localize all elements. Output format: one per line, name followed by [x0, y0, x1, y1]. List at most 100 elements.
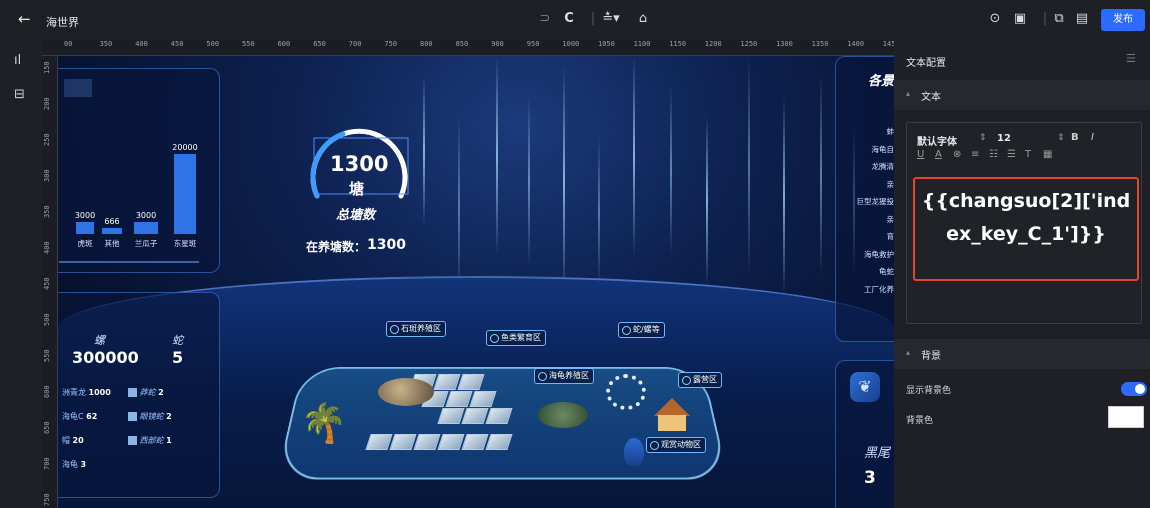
stepper-icon[interactable]: ⇕ — [1057, 133, 1065, 143]
ruler-tick-label: 250 — [43, 133, 51, 146]
top-toolbar: ← 海世界 ⊃ C | ≛▾ ⌂ ⊙ ▣ | ⧉ ▤ 发布 — [0, 0, 1150, 40]
stat-left-value: 300000 — [72, 348, 139, 367]
ruler-tick-label: 600 — [277, 40, 291, 48]
list-item: 亲 — [886, 214, 895, 224]
italic-icon[interactable]: I — [1091, 132, 1094, 143]
bg-color-swatch[interactable] — [1108, 406, 1144, 428]
data-label: 666 — [104, 217, 119, 226]
ruler-tick-label: 400 — [43, 241, 51, 254]
ruler-tick-label: 1200 — [704, 40, 722, 48]
zone-label[interactable]: 蛇/螺等 — [618, 322, 665, 338]
font-family-select[interactable]: 默认字体 — [917, 133, 957, 148]
font-color-icon[interactable]: A — [935, 149, 942, 160]
ruler-tick-label: 1450 — [882, 40, 894, 48]
gauge-value: 1300 — [330, 152, 389, 176]
collapse-icon[interactable]: ☰ — [1126, 52, 1136, 65]
ruler-tick-label: 1100 — [633, 40, 651, 48]
config-panel: 文本配置 ☰ ▴ 文本 默认字体 ⇕ 12 ⇕ B I U A ⊗ ≡ ☷ ☰ … — [894, 40, 1150, 508]
design-canvas[interactable]: 3000 虎斑 666 其他 3000 兰瓜子 20000 东星斑 1300 塘 总塘数 在养… — [58, 56, 894, 508]
list-item: 龙腾清 — [871, 162, 895, 171]
link-icon[interactable]: ⊗ — [953, 149, 961, 160]
bullet-list-icon[interactable]: ☰ — [1007, 149, 1016, 160]
list-item: 西部蛇 1 — [128, 435, 172, 446]
ruler-tick-label: 850 — [455, 40, 469, 48]
snake-icon — [606, 374, 646, 410]
ruler-tick-label: 750 — [384, 40, 398, 48]
ruler-tick-label: 750 — [43, 493, 51, 506]
ruler-tick-label: 200 — [43, 97, 51, 110]
farming-value: 1300 — [367, 237, 406, 253]
list-item: 海龟 3 — [62, 460, 87, 469]
data-label: 3000 — [75, 211, 95, 220]
data-label: 20000 — [172, 143, 197, 152]
ruler-tick-label: 1000 — [562, 40, 580, 48]
tick-label: 其他 — [105, 238, 120, 248]
publish-button[interactable]: 发布 — [1101, 9, 1145, 31]
zone-label[interactable]: 石斑养殖区 — [386, 321, 446, 337]
zone-label[interactable]: 露营区 — [678, 372, 722, 388]
clear-format-icon[interactable]: T — [1025, 149, 1031, 160]
zone-label[interactable]: 海龟养殖区 — [534, 368, 594, 384]
underline-icon[interactable]: U — [917, 149, 924, 160]
view-icon[interactable]: ⧉ — [1052, 12, 1066, 26]
ruler-tick-label: 1400 — [847, 40, 865, 48]
tick-label: 虎斑 — [78, 238, 93, 248]
section-bg-label: 背景 — [921, 351, 941, 362]
zone-label[interactable]: 观赏动物区 — [646, 437, 706, 453]
align-dropdown-icon[interactable]: ≛▾ — [600, 12, 622, 26]
show-bg-toggle[interactable] — [1121, 382, 1147, 396]
ruler-tick-label: 1300 — [776, 40, 793, 48]
grouper-fish-icon — [378, 378, 434, 406]
list-item: 工厂化养 — [864, 284, 894, 294]
redo-icon[interactable]: C — [562, 12, 576, 26]
preview-icon[interactable]: ⊙ — [988, 12, 1002, 26]
list-item: 洲青龙 1000 — [62, 388, 111, 397]
ruler-tick-label: 600 — [43, 385, 51, 398]
ruler-tick-label: 700 — [348, 40, 362, 48]
screen-icon[interactable]: ▣ — [1013, 12, 1027, 26]
list-item: 龟蛇 — [879, 267, 894, 276]
align-icon[interactable]: ≡ — [971, 149, 979, 160]
ordered-list-icon[interactable]: ☷ — [989, 149, 998, 160]
layout-icon[interactable]: ⊟ — [14, 88, 28, 102]
ruler-tick-label: 450 — [170, 40, 184, 48]
stat-right-value: 5 — [172, 348, 184, 367]
list-item: 海龟救护 — [864, 249, 894, 259]
list-item: 育 — [886, 232, 895, 241]
bold-icon[interactable]: B — [1071, 132, 1079, 143]
arrow-left-icon[interactable]: ← — [18, 10, 31, 28]
list-item: 莽蛇 2 — [128, 387, 164, 398]
section-text-header[interactable]: ▴ 文本 — [894, 80, 1150, 110]
undo-icon[interactable]: ⊃ — [538, 12, 552, 26]
show-bg-label: 显示背景色 — [906, 386, 952, 396]
list-item: 眼镜蛇 2 — [128, 411, 172, 422]
lock-icon[interactable]: ⌂ — [636, 12, 650, 26]
page-title: 海世界 — [46, 16, 79, 29]
chart-icon[interactable]: ıl — [14, 54, 28, 68]
text-content-input[interactable]: {{changsuo[2]['index_key_C_1']}} — [913, 177, 1139, 281]
stepper-icon[interactable]: ⇕ — [979, 133, 987, 143]
section-bg-header[interactable]: ▴ 背景 — [894, 339, 1150, 369]
list-item: 亲 — [886, 179, 895, 189]
turtle-icon — [538, 402, 588, 428]
bg-color-label: 背景色 — [906, 416, 934, 426]
ruler-tick-label: 700 — [43, 457, 51, 470]
font-size-input[interactable]: 12 — [997, 133, 1011, 144]
ruler-tick-label: 550 — [43, 349, 51, 362]
zone-label[interactable]: 鱼类繁育区 — [486, 330, 546, 346]
image-icon[interactable]: ▦ — [1043, 149, 1052, 160]
tick-label: 东星斑 — [174, 238, 197, 248]
ruler-tick-label: 450 — [43, 277, 51, 290]
ruler-tick-label: 350 — [99, 40, 113, 48]
blurred-title — [64, 79, 92, 97]
text-editor[interactable]: 默认字体 ⇕ 12 ⇕ B I U A ⊗ ≡ ☷ ☰ T ▦ {{changs… — [906, 122, 1142, 324]
ruler-vertical: 150 200 250 300 350 400 450 500 550 600 650 700 750 — [42, 56, 58, 508]
caret-icon: ▴ — [906, 89, 911, 98]
ruler-tick-label: 950 — [526, 40, 540, 48]
ruler-tick-label: 550 — [242, 40, 255, 48]
gauge-unit: 塘 — [349, 180, 365, 198]
section-text-label: 文本 — [921, 92, 941, 103]
right-bottom-value: 3 — [864, 468, 876, 488]
ruler-tick-label: 300 — [43, 169, 51, 182]
save-icon[interactable]: ▤ — [1075, 12, 1089, 26]
